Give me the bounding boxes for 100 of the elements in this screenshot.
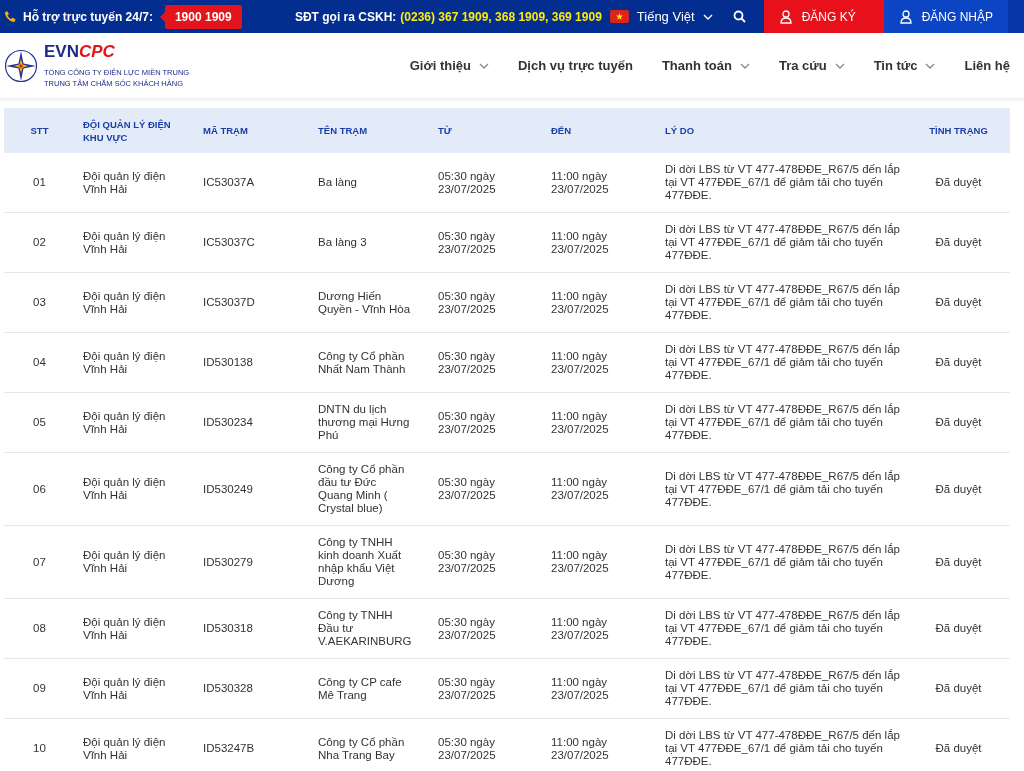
table-cell: Đội quản lý điện Vĩnh Hải <box>75 598 195 659</box>
column-header: TÌNH TRẠNG <box>907 108 1010 153</box>
table-cell: Di dời LBS từ VT 477-478ĐĐE_R67/5 đến lắp tại VT 477ĐĐE_67/1 để giảm tải cho tuyến 477ĐĐE. <box>657 332 907 393</box>
user-icon <box>899 9 912 24</box>
nav-link[interactable]: Liên hệ <box>964 58 1010 73</box>
table-cell: 06 <box>4 452 75 526</box>
table-cell: Đã duyệt <box>907 658 1010 719</box>
table-cell: ID530234 <box>195 392 310 453</box>
login-button[interactable]: ĐĂNG NHẬP <box>883 0 1008 33</box>
table-cell: Di dời LBS từ VT 477-478ĐĐE_R67/5 đến lắp tại VT 477ĐĐE_67/1 để giảm tải cho tuyến 477ĐĐE. <box>657 153 907 213</box>
table-cell: Di dời LBS từ VT 477-478ĐĐE_R67/5 đến lắp tại VT 477ĐĐE_67/1 để giảm tải cho tuyến 477ĐĐE. <box>657 452 907 526</box>
table-cell: IC53037A <box>195 153 310 213</box>
table-cell: Công ty Cổ phần Nha Trang Bay <box>310 718 430 771</box>
logo-icon[interactable] <box>4 48 38 83</box>
table-cell: Đã duyệt <box>907 153 1010 213</box>
nav-link[interactable]: Thanh toán <box>661 58 750 73</box>
table-cell: Đội quản lý điện Vĩnh Hải <box>75 525 195 599</box>
column-header: TÊN TRẠM <box>310 108 430 153</box>
nav-link[interactable]: Giới thiệu <box>409 58 489 73</box>
table-cell: Di dời LBS từ VT 477-478ĐĐE_R67/5 đến lắp tại VT 477ĐĐE_67/1 để giảm tải cho tuyến 477ĐĐE. <box>657 598 907 659</box>
column-header: LÝ DO <box>657 108 907 153</box>
table-cell: 11:00 ngày 23/07/2025 <box>543 272 657 333</box>
table-cell: 09 <box>4 658 75 719</box>
table-cell: 05:30 ngày 23/07/2025 <box>430 212 543 273</box>
table-cell: 05:30 ngày 23/07/2025 <box>430 525 543 599</box>
table-cell: 11:00 ngày 23/07/2025 <box>543 212 657 273</box>
chevron-down-icon <box>479 62 489 69</box>
user-icon <box>779 9 792 24</box>
table-cell: ID530249 <box>195 452 310 526</box>
chevron-down-icon <box>925 62 936 69</box>
table-cell: Đội quản lý điện Vĩnh Hải <box>75 658 195 719</box>
table-cell: Đã duyệt <box>907 272 1010 333</box>
table-cell: 11:00 ngày 23/07/2025 <box>543 452 657 526</box>
table-cell: 05:30 ngày 23/07/2025 <box>430 153 543 213</box>
table-cell: 05 <box>4 392 75 453</box>
table-cell: 05:30 ngày 23/07/2025 <box>430 598 543 659</box>
table-cell: 08 <box>4 598 75 659</box>
table-cell: ID530328 <box>195 658 310 719</box>
table-cell: 05:30 ngày 23/07/2025 <box>430 718 543 771</box>
table-cell: Đã duyệt <box>907 452 1010 526</box>
table-cell: Công ty CP cafe Mê Trang <box>310 658 430 719</box>
table-cell: Đã duyệt <box>907 598 1010 659</box>
flag-icon <box>609 10 629 23</box>
table-cell: 11:00 ngày 23/07/2025 <box>543 332 657 393</box>
table-cell: Đã duyệt <box>907 212 1010 273</box>
table-cell: Đã duyệt <box>907 392 1010 453</box>
table-cell: ID530279 <box>195 525 310 599</box>
table-cell: 11:00 ngày 23/07/2025 <box>543 598 657 659</box>
chevron-down-icon <box>739 62 750 69</box>
cskh-numbers: (0236) 367 1909, 368 1909, 369 1909 <box>400 9 602 24</box>
table-cell: Di dời LBS từ VT 477-478ĐĐE_R67/5 đến lắp tại VT 477ĐĐE_67/1 để giảm tải cho tuyến 477ĐĐE. <box>657 212 907 273</box>
table-cell: Dương Hiến Quyền - Vĩnh Hòa <box>310 272 430 333</box>
table-cell: Ba làng <box>310 153 430 213</box>
table-cell: Đội quản lý điện Vĩnh Hải <box>75 153 195 213</box>
table-cell: Di dời LBS từ VT 477-478ĐĐE_R67/5 đến lắp tại VT 477ĐĐE_67/1 để giảm tải cho tuyến 477ĐĐE. <box>657 392 907 453</box>
table-cell: 11:00 ngày 23/07/2025 <box>543 525 657 599</box>
table-cell: Đội quản lý điện Vĩnh Hải <box>75 212 195 273</box>
search-button[interactable] <box>732 10 746 23</box>
language-selector[interactable]: Tiếng Việt <box>636 9 713 24</box>
column-header: ĐỘI QUẢN LÝ ĐIỆN KHU VỰC <box>75 108 195 153</box>
nav-link[interactable]: Tra cứu <box>778 58 845 73</box>
table-cell: 05:30 ngày 23/07/2025 <box>430 452 543 526</box>
table-cell: Di dời LBS từ VT 477-478ĐĐE_R67/5 đến lắp tại VT 477ĐĐE_67/1 để giảm tải cho tuyến 477ĐĐE. <box>657 718 907 771</box>
table-cell: Đã duyệt <box>907 525 1010 599</box>
table-cell: Di dời LBS từ VT 477-478ĐĐE_R67/5 đến lắp tại VT 477ĐĐE_67/1 để giảm tải cho tuyến 477ĐĐE. <box>657 658 907 719</box>
table-cell: Đã duyệt <box>907 718 1010 771</box>
table-cell: 07 <box>4 525 75 599</box>
table-cell: Công ty TNHH kinh doanh Xuất nhập khẩu Việt Dương <box>310 525 430 599</box>
column-header: STT <box>4 108 75 153</box>
table-cell: IC53037D <box>195 272 310 333</box>
table-cell: Đội quản lý điện Vĩnh Hải <box>75 452 195 526</box>
table-cell: 01 <box>4 153 75 213</box>
nav-link[interactable]: Dịch vụ trực tuyến <box>518 58 633 73</box>
cskh-label: SĐT gọi ra CSKH: <box>294 9 397 24</box>
table-cell: Công ty Cổ phần đầu tư Đức Quang Minh ( Crystal blue) <box>310 452 430 526</box>
table-cell: 11:00 ngày 23/07/2025 <box>543 153 657 213</box>
brand-name[interactable]: EVNCPC <box>44 42 190 62</box>
top-bar-end-block <box>1008 0 1024 33</box>
table-cell: ID53247B <box>195 718 310 771</box>
chevron-down-icon <box>834 62 845 69</box>
table-cell: Đội quản lý điện Vĩnh Hải <box>75 332 195 393</box>
table-cell: IC53037C <box>195 212 310 273</box>
register-button[interactable]: ĐĂNG KÝ <box>763 0 884 33</box>
table-cell: Ba làng 3 <box>310 212 430 273</box>
phone-icon <box>4 10 17 23</box>
table-cell: Công ty Cổ phần Nhất Nam Thành <box>310 332 430 393</box>
table-cell: ID530318 <box>195 598 310 659</box>
nav-link[interactable]: Tin tức <box>873 58 936 73</box>
table-cell: Đội quản lý điện Vĩnh Hải <box>75 392 195 453</box>
table-cell: Di dời LBS từ VT 477-478ĐĐE_R67/5 đến lắp tại VT 477ĐĐE_67/1 để giảm tải cho tuyến 477ĐĐE. <box>657 525 907 599</box>
table-cell: ID530138 <box>195 332 310 393</box>
chevron-down-icon <box>702 13 713 20</box>
table-cell: 03 <box>4 272 75 333</box>
table-cell: Đội quản lý điện Vĩnh Hải <box>75 718 195 771</box>
table-cell: 10 <box>4 718 75 771</box>
table-cell: 04 <box>4 332 75 393</box>
table-cell: 11:00 ngày 23/07/2025 <box>543 718 657 771</box>
table-cell: Đã duyệt <box>907 332 1010 393</box>
table-cell: 11:00 ngày 23/07/2025 <box>543 392 657 453</box>
table-cell: 05:30 ngày 23/07/2025 <box>430 332 543 393</box>
